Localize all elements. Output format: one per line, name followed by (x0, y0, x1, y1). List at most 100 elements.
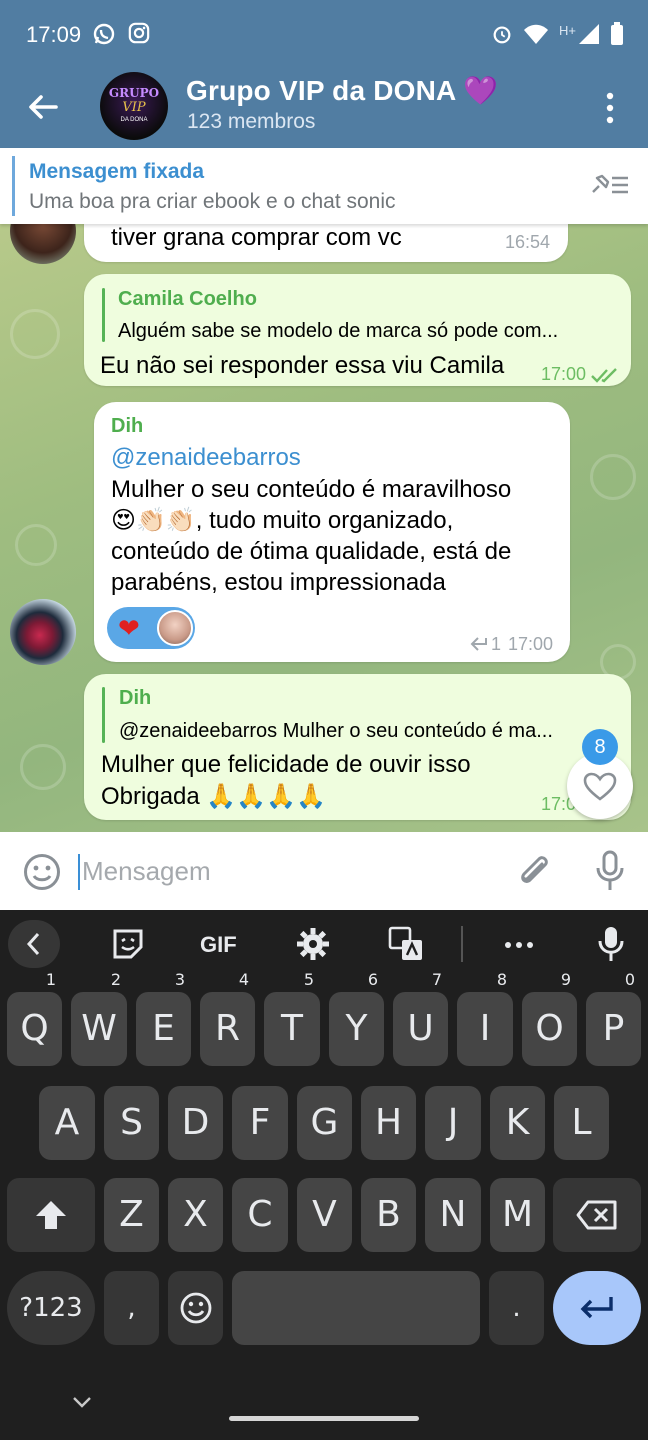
key-hint: 2 (110, 970, 121, 989)
sticker-icon[interactable] (111, 927, 145, 961)
key-i[interactable]: I8 (457, 970, 513, 1066)
key-hint: 3 (174, 970, 185, 989)
space-key[interactable] (232, 1271, 480, 1345)
reply-arrow-icon (470, 637, 487, 651)
microphone-icon[interactable] (594, 850, 626, 892)
message-line: conteúdo de ótima qualidade, está de (111, 538, 512, 565)
avatar-text-2: VIP (122, 100, 146, 115)
key-h[interactable]: H (361, 1086, 416, 1160)
sender-avatar[interactable] (10, 599, 76, 665)
symbols-key[interactable]: ?123 (7, 1271, 95, 1345)
key-label: T (281, 1008, 303, 1049)
settings-gear-icon[interactable] (296, 927, 330, 961)
reaction-chip[interactable]: ❤ (107, 607, 195, 649)
key-d[interactable]: D (168, 1086, 223, 1160)
pinned-indicator (12, 156, 15, 216)
hide-keyboard-chevron-icon[interactable] (72, 1396, 92, 1408)
message-composer: Mensagem (0, 832, 648, 910)
key-o[interactable]: O9 (522, 970, 577, 1066)
key-a[interactable]: A (39, 1086, 95, 1160)
reply-indicator (102, 687, 105, 743)
key-label: O (535, 1008, 564, 1049)
heart-reaction-icon: ❤ (118, 613, 140, 643)
key-v[interactable]: V (297, 1178, 352, 1252)
message-time: 17:00 (541, 364, 587, 384)
message-bubble[interactable]: tiver grana comprar com vc 16:54 (84, 224, 568, 262)
period-key[interactable]: . (489, 1271, 544, 1345)
key-q[interactable]: Q1 (7, 970, 62, 1066)
key-y[interactable]: Y6 (329, 970, 384, 1066)
keyboard-collapse-button[interactable] (8, 920, 60, 968)
more-menu-icon[interactable] (600, 90, 620, 126)
key-label: I (479, 1008, 491, 1049)
key-hint: 7 (431, 970, 442, 989)
voice-input-icon[interactable] (598, 926, 624, 962)
key-z[interactable]: Z (104, 1178, 159, 1252)
message-sender: Dih (111, 415, 144, 437)
wallpaper-doodle (20, 744, 66, 790)
key-s[interactable]: S (104, 1086, 159, 1160)
key-label: U (407, 1008, 434, 1049)
shift-icon (36, 1201, 66, 1229)
avatar-text-1: GRUPO (108, 86, 160, 100)
key-e[interactable]: E3 (136, 970, 191, 1066)
key-b[interactable]: B (361, 1178, 416, 1252)
pinned-label: Mensagem fixada (29, 160, 205, 183)
back-arrow-icon[interactable] (26, 90, 60, 124)
enter-arrow-icon (580, 1297, 613, 1319)
message-bubble[interactable]: Dih @zenaideebarros Mulher o seu conteúd… (84, 674, 631, 820)
message-mention[interactable]: @zenaideebarros (111, 442, 301, 473)
reactor-avatar (157, 610, 193, 646)
key-x[interactable]: X (168, 1178, 223, 1252)
status-time: 17:09 (26, 22, 82, 47)
message-time: 17:00 (508, 634, 554, 654)
key-m[interactable]: M (490, 1178, 545, 1252)
key-t[interactable]: T5 (264, 970, 320, 1066)
message-bubble[interactable]: Camila Coelho Alguém sabe se modelo de m… (84, 274, 631, 386)
more-horizontal-icon[interactable] (504, 940, 534, 950)
shift-key[interactable] (7, 1178, 95, 1252)
key-k[interactable]: K (490, 1086, 545, 1160)
heart-outline-icon (583, 772, 617, 801)
battery-icon (611, 22, 623, 45)
chat-header: GRUPO VIP DA DONA Grupo VIP da DONA 💜 12… (0, 70, 648, 148)
key-p[interactable]: P0 (586, 970, 641, 1066)
key-label: P (602, 1008, 625, 1049)
message-line: Obrigada 🙏🙏🙏🙏 (101, 783, 326, 810)
group-avatar[interactable]: GRUPO VIP DA DONA (100, 72, 168, 140)
pinned-message[interactable]: Mensagem fixada Uma boa pra criar ebook … (0, 148, 648, 224)
key-c[interactable]: C (232, 1178, 288, 1252)
chat-title[interactable]: Grupo VIP da DONA 💜 (186, 74, 498, 107)
network-type: H+ (559, 22, 576, 38)
enter-key[interactable] (553, 1271, 641, 1345)
reply-preview: Alguém sabe se modelo de marca só pode c… (118, 320, 559, 342)
key-n[interactable]: N (425, 1178, 481, 1252)
key-u[interactable]: U7 (393, 970, 448, 1066)
chat-area[interactable]: tiver grana comprar com vc 16:54 Camila … (0, 224, 648, 832)
key-w[interactable]: W2 (71, 970, 127, 1066)
reply-sender: Camila Coelho (118, 288, 257, 310)
key-j[interactable]: J (425, 1086, 481, 1160)
keyboard: GIF Q1 W2 E3 R4 T5 Y6 U7 I8 O9 P0 A S D … (0, 910, 648, 1440)
emoji-icon (180, 1292, 211, 1324)
backspace-key[interactable] (553, 1178, 641, 1252)
key-r[interactable]: R4 (200, 970, 255, 1066)
pinned-list-icon[interactable] (590, 170, 630, 200)
message-input[interactable]: Mensagem (82, 856, 211, 887)
emoji-key[interactable] (168, 1271, 223, 1345)
attach-icon[interactable] (516, 852, 552, 892)
emoji-icon[interactable] (22, 852, 62, 892)
gif-button[interactable]: GIF (200, 932, 237, 958)
translate-icon[interactable] (388, 926, 424, 962)
key-g[interactable]: G (297, 1086, 352, 1160)
key-hint: 8 (496, 970, 507, 989)
backspace-icon (576, 1200, 617, 1230)
key-hint: 0 (624, 970, 635, 989)
key-hint: 4 (238, 970, 249, 989)
key-f[interactable]: F (232, 1086, 288, 1160)
sender-avatar[interactable] (10, 224, 76, 264)
text-cursor (78, 854, 80, 890)
message-text: Eu não sei responder essa viu Camila (100, 352, 505, 379)
comma-key[interactable]: , (104, 1271, 159, 1345)
key-l[interactable]: L (554, 1086, 609, 1160)
